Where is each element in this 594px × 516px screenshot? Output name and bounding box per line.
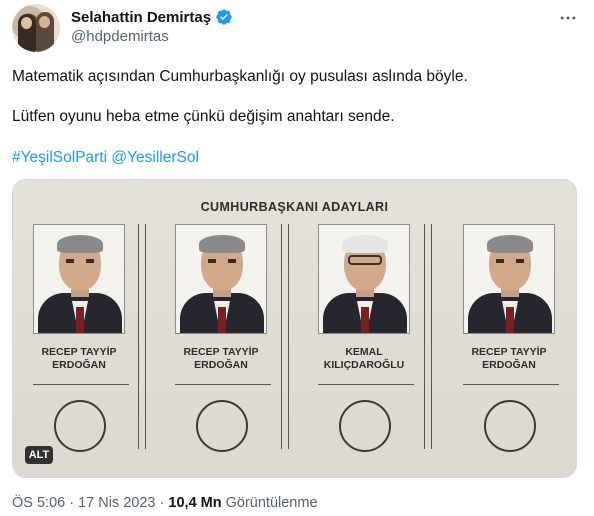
candidate-photo bbox=[463, 224, 555, 334]
candidate-photo bbox=[318, 224, 410, 334]
tweet-date[interactable]: 17 Nis 2023 bbox=[78, 495, 155, 511]
candidate-column: RECEP TAYYİP ERDOĞAN bbox=[33, 224, 129, 452]
verified-badge-icon[interactable] bbox=[215, 8, 233, 26]
mention-link[interactable]: @YesillerSol bbox=[111, 149, 199, 166]
tweet-media-image[interactable]: CUMHURBAŞKANI ADAYLARI RECEP TAYYİP ERDO… bbox=[12, 179, 577, 478]
candidate-name: RECEP TAYYİP ERDOĞAN bbox=[41, 346, 117, 371]
candidate-name: RECEP TAYYİP ERDOĞAN bbox=[183, 346, 259, 371]
divider bbox=[463, 384, 559, 385]
column-separator bbox=[424, 224, 432, 449]
column-separator bbox=[138, 224, 146, 449]
author-display-name[interactable]: Selahattin Demirtaş bbox=[71, 9, 211, 26]
author-handle[interactable]: @hdpdemirtas bbox=[71, 28, 169, 45]
divider bbox=[33, 384, 129, 385]
candidate-column: RECEP TAYYİP ERDOĞAN bbox=[463, 224, 559, 452]
alt-text-button[interactable]: ALT bbox=[25, 446, 53, 464]
tweet-text-line-2: Lütfen oyunu heba etme çünkü değişim ana… bbox=[12, 108, 395, 125]
candidate-photo bbox=[33, 224, 125, 334]
hashtag-link[interactable]: #YeşilSolParti bbox=[12, 149, 107, 166]
candidate-column: KEMAL KILIÇDAROĞLU bbox=[318, 224, 414, 452]
column-separator bbox=[281, 224, 289, 449]
views-count: 10,4 Mn bbox=[168, 495, 222, 511]
meta-separator: · bbox=[159, 495, 165, 511]
meta-separator: · bbox=[69, 495, 75, 511]
vote-circle bbox=[54, 400, 106, 452]
ballot-title: CUMHURBAŞKANI ADAYLARI bbox=[200, 200, 389, 214]
vote-circle bbox=[339, 400, 391, 452]
tweet-time[interactable]: ÖS 5:06 bbox=[12, 495, 65, 511]
vote-circle bbox=[196, 400, 248, 452]
candidate-column: RECEP TAYYİP ERDOĞAN bbox=[175, 224, 271, 452]
author-name-row: Selahattin Demirtaş bbox=[71, 7, 233, 27]
candidate-photo bbox=[175, 224, 267, 334]
tweet-hashtags: #YeşilSolParti @YesillerSol bbox=[12, 148, 582, 168]
tweet-header: Selahattin Demirtaş @hdpdemirtas bbox=[0, 0, 594, 60]
vote-circle bbox=[484, 400, 536, 452]
candidate-name: RECEP TAYYİP ERDOĞAN bbox=[471, 346, 547, 371]
tweet-meta: ÖS 5:06 · 17 Nis 2023 · 10,4 Mn Görüntül… bbox=[12, 495, 318, 511]
more-icon[interactable] bbox=[556, 6, 580, 30]
views-label: Görüntülenme bbox=[225, 495, 318, 511]
tweet-text-line-1: Matematik açısından Cumhurbaşkanlığı oy … bbox=[12, 68, 468, 85]
candidate-name: KEMAL KILIÇDAROĞLU bbox=[323, 346, 405, 371]
divider bbox=[318, 384, 414, 385]
author-avatar[interactable] bbox=[12, 4, 60, 52]
divider bbox=[175, 384, 271, 385]
